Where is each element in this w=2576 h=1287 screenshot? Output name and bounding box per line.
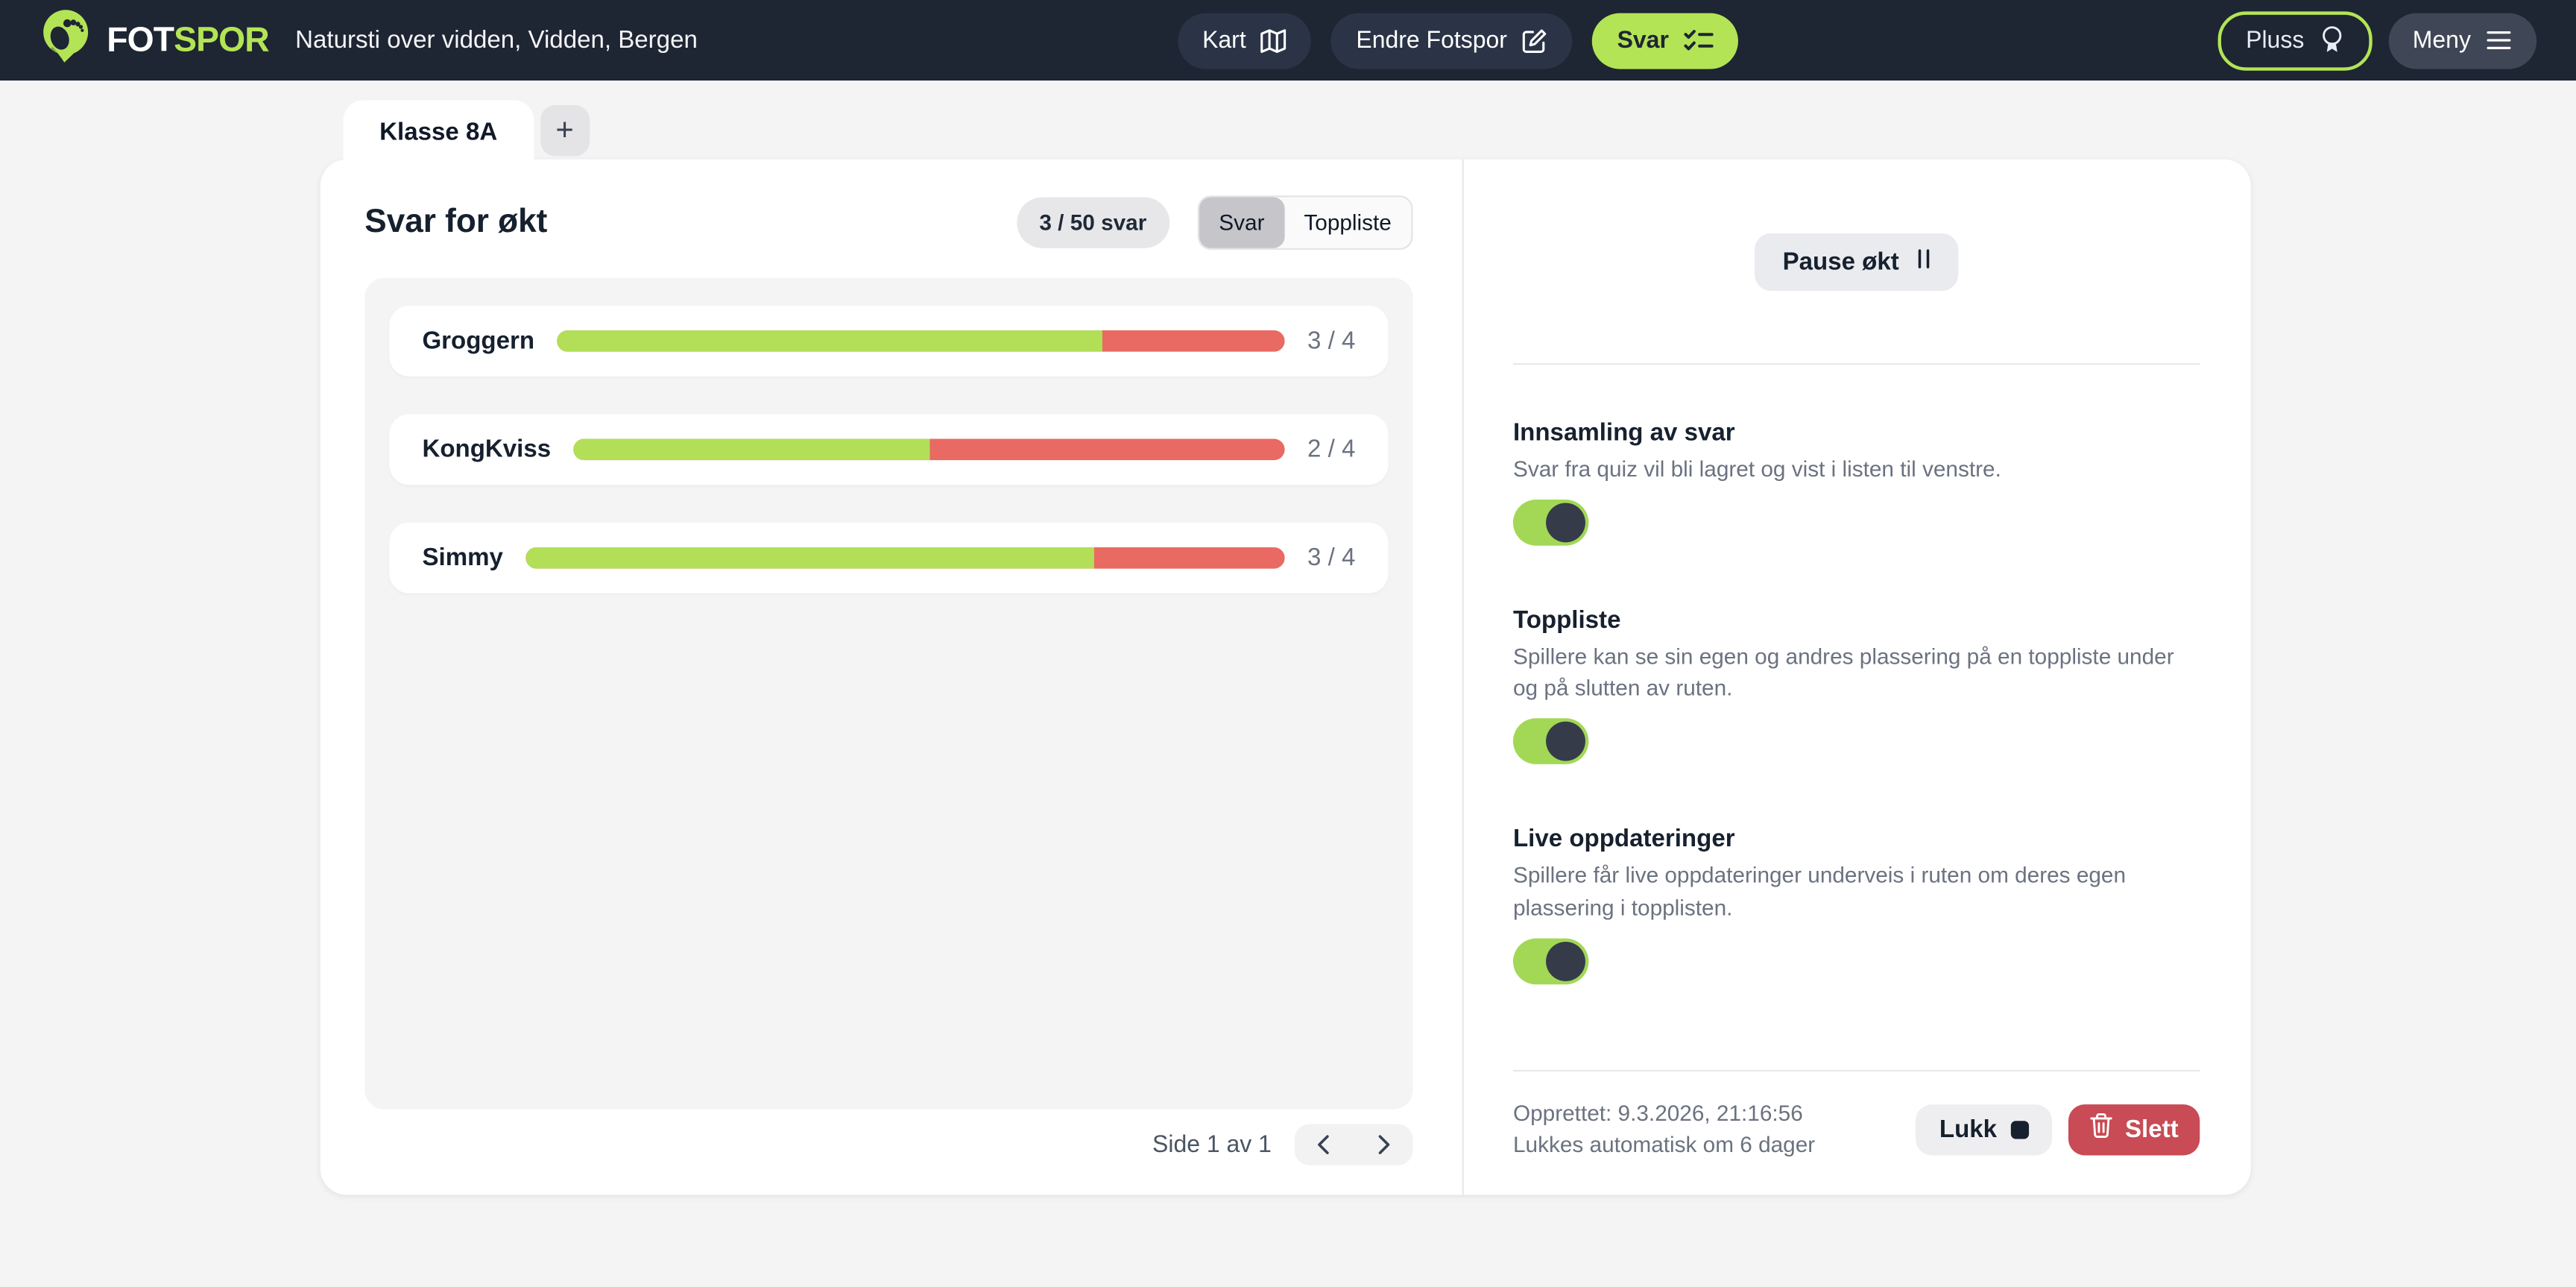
settings-pane: Pause økt Innsamling av svar Svar fra qu…	[1462, 160, 2250, 1195]
pause-session-button[interactable]: Pause økt	[1755, 233, 1958, 291]
prev-page-button[interactable]	[1314, 1134, 1333, 1156]
top-navbar: FOTSPOR Natursti over vidden, Vidden, Be…	[0, 0, 2576, 81]
segment-svar[interactable]: Svar	[1199, 197, 1284, 248]
pause-icon	[1917, 248, 1931, 276]
brand-name: FOTSPOR	[107, 21, 269, 60]
score-bar-fill	[574, 438, 929, 460]
live-oppdateringer-toggle[interactable]	[1513, 938, 1588, 984]
score-bar	[558, 330, 1284, 352]
view-segmented-control: Svar Toppliste	[1198, 195, 1413, 250]
meny-button[interactable]: Meny	[2388, 13, 2536, 69]
toggle-knob	[1546, 503, 1585, 543]
score-bar	[574, 438, 1284, 460]
score-bar-fill	[526, 547, 1095, 569]
setting-title: Toppliste	[1513, 607, 2200, 635]
setting-toppliste: Toppliste Spillere kan se sin egen og an…	[1513, 607, 2200, 772]
innsamling-toggle[interactable]	[1513, 500, 1588, 546]
divider	[1513, 363, 2200, 365]
answers-pane: Svar for økt 3 / 50 svar Svar Toppliste …	[321, 160, 1462, 1195]
session-card: Svar for økt 3 / 50 svar Svar Toppliste …	[321, 160, 2251, 1195]
svar-button[interactable]: Svar	[1593, 13, 1738, 69]
tabs-row: Klasse 8A +	[344, 100, 2576, 159]
divider	[1513, 1070, 2200, 1072]
answers-header: Svar for økt 3 / 50 svar Svar Toppliste	[364, 195, 1412, 250]
app-viewport: FOTSPOR Natursti over vidden, Vidden, Be…	[0, 0, 2576, 1287]
toggle-knob	[1546, 941, 1585, 981]
setting-live-oppdateringer: Live oppdateringer Spillere får live opp…	[1513, 825, 2200, 990]
answers-header-right: 3 / 50 svar Svar Toppliste	[1017, 195, 1413, 250]
player-name: Groggern	[422, 327, 534, 355]
map-icon	[1261, 27, 1287, 53]
player-list: Groggern 3 / 4 KongKviss 2 / 4 Simmy	[364, 277, 1412, 1109]
setting-innsamling: Innsamling av svar Svar fra quiz vil bli…	[1513, 419, 2200, 553]
checklist-icon	[1684, 28, 1714, 52]
next-page-button[interactable]	[1374, 1134, 1393, 1156]
player-row: KongKviss 2 / 4	[389, 414, 1388, 485]
close-session-button[interactable]: Lukk	[1916, 1104, 2053, 1155]
setting-title: Live oppdateringer	[1513, 825, 2200, 853]
award-badge-icon	[2319, 25, 2343, 56]
footprint-pin-logo-icon	[40, 7, 92, 74]
score-bar-fill	[558, 330, 1102, 352]
toggle-knob	[1546, 723, 1585, 762]
kart-button[interactable]: Kart	[1178, 13, 1312, 69]
pluss-button[interactable]: Pluss	[2218, 10, 2372, 69]
player-score: 2 / 4	[1307, 435, 1355, 463]
route-title: Natursti over vidden, Vidden, Bergen	[295, 26, 698, 54]
session-footer: Opprettet: 9.3.2026, 21:16:56 Lukkes aut…	[1513, 1098, 2200, 1162]
brand[interactable]: FOTSPOR	[40, 7, 269, 74]
answer-count-badge: 3 / 50 svar	[1017, 197, 1170, 248]
toppliste-toggle[interactable]	[1513, 719, 1588, 765]
player-row: Simmy 3 / 4	[389, 523, 1388, 594]
setting-description: Svar fra quiz vil bli lagret og vist i l…	[1513, 453, 2200, 485]
hamburger-icon	[2486, 30, 2512, 51]
add-tab-button[interactable]: +	[540, 105, 590, 156]
player-name: KongKviss	[422, 435, 551, 463]
page-label: Side 1 av 1	[1152, 1132, 1272, 1158]
score-bar	[526, 547, 1284, 569]
footer-actions: Lukk Slett	[1916, 1104, 2200, 1155]
player-row: Groggern 3 / 4	[389, 306, 1388, 377]
setting-description: Spillere kan se sin egen og andres plass…	[1513, 641, 2200, 704]
setting-title: Innsamling av svar	[1513, 419, 2200, 447]
pagination: Side 1 av 1	[364, 1124, 1412, 1165]
endre-fotspor-button[interactable]: Endre Fotspor	[1331, 13, 1573, 69]
created-timestamp: Opprettet: 9.3.2026, 21:16:56	[1513, 1098, 1815, 1130]
edit-icon	[1522, 27, 1548, 53]
answers-title: Svar for økt	[364, 204, 547, 242]
tab-klasse-8a[interactable]: Klasse 8A	[344, 100, 534, 163]
delete-session-button[interactable]: Slett	[2069, 1104, 2200, 1155]
player-score: 3 / 4	[1307, 327, 1355, 355]
nav-center: Kart Endre Fotspor Svar	[1178, 13, 1737, 69]
setting-description: Spillere får live oppdateringer undervei…	[1513, 860, 2200, 923]
session-meta: Opprettet: 9.3.2026, 21:16:56 Lukkes aut…	[1513, 1098, 1815, 1162]
stop-icon	[2012, 1121, 2030, 1139]
trash-icon	[2091, 1113, 2114, 1146]
pager-controls	[1295, 1124, 1413, 1165]
nav-right: Pluss Meny	[2218, 10, 2536, 69]
player-score: 3 / 4	[1307, 544, 1355, 572]
player-name: Simmy	[422, 544, 502, 572]
autoclose-note: Lukkes automatisk om 6 dager	[1513, 1130, 1815, 1162]
segment-toppliste[interactable]: Toppliste	[1284, 197, 1411, 248]
